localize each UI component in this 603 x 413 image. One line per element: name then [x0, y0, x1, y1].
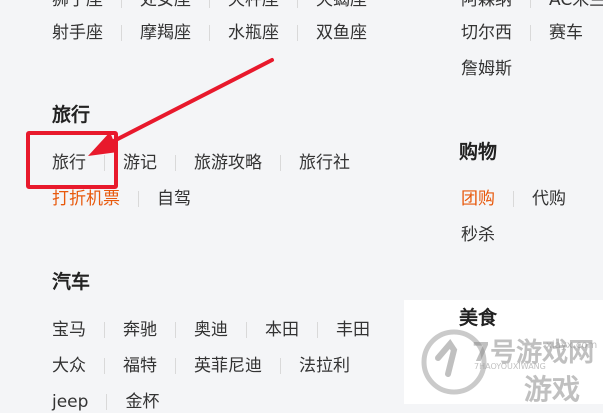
football-row: 切尔西 赛车 [461, 22, 583, 44]
watermark-domain: xiayx.com [546, 340, 598, 351]
cars-row-3: jeep 金杯 [52, 391, 159, 413]
tag-toyota[interactable]: 丰田 [336, 319, 370, 341]
tag-capricorn[interactable]: 摩羯座 [140, 22, 191, 44]
tag-aquarius[interactable]: 水瓶座 [228, 22, 279, 44]
tag-libra[interactable]: 天秤座 [228, 0, 279, 11]
separator [209, 0, 210, 8]
football-row-top: 阿森纳 AC米兰 [461, 0, 603, 11]
tag-virgo[interactable]: 处女座 [140, 0, 191, 11]
separator [121, 0, 122, 8]
tag-infiniti[interactable]: 英菲尼迪 [194, 355, 262, 377]
tag-jinbei[interactable]: 金杯 [125, 391, 159, 413]
tag-travel-agency[interactable]: 旅行社 [299, 152, 350, 174]
tag-bmw[interactable]: 宝马 [52, 319, 86, 341]
tag-group-buy[interactable]: 团购 [461, 188, 495, 210]
tag-travel-guide[interactable]: 旅游攻略 [194, 152, 262, 174]
tag-self-drive[interactable]: 自驾 [157, 188, 191, 210]
separator [175, 322, 176, 338]
cars-row-1: 宝马 奔驰 奥迪 本田 丰田 [52, 319, 370, 341]
separator [121, 25, 122, 41]
watermark-logo: 7号游戏网 xiayx.com 7HAOYOUXIWANG 游戏 [420, 318, 603, 406]
cars-heading: 汽车 [52, 271, 91, 293]
tag-jeep[interactable]: jeep [52, 391, 88, 413]
separator [317, 322, 318, 338]
tag-ferrari[interactable]: 法拉利 [299, 355, 350, 377]
separator [297, 25, 298, 41]
separator [175, 155, 176, 171]
annotation-highlight-box [26, 131, 118, 189]
tag-james[interactable]: 詹姆斯 [461, 58, 512, 80]
separator [175, 358, 176, 374]
tag-volkswagen[interactable]: 大众 [52, 355, 86, 377]
tag-ac-milan[interactable]: AC米兰 [549, 0, 603, 11]
separator [104, 358, 105, 374]
separator [246, 322, 247, 338]
separator [104, 322, 105, 338]
tag-purchasing-agent[interactable]: 代购 [532, 188, 566, 210]
travel-row-2: 打折机票 自驾 [52, 188, 191, 210]
travel-heading: 旅行 [52, 104, 91, 126]
tag-benz[interactable]: 奔驰 [123, 319, 157, 341]
shopping-row-1: 团购 代购 [461, 188, 566, 210]
cars-row-2: 大众 福特 英菲尼迪 法拉利 [52, 355, 350, 377]
tag-scorpio[interactable]: 天蝎座 [316, 0, 367, 11]
tag-audi[interactable]: 奥迪 [194, 319, 228, 341]
separator [530, 0, 531, 8]
separator [513, 191, 514, 207]
tag-flash-sale[interactable]: 秒杀 [461, 224, 495, 246]
tag-discount-flights[interactable]: 打折机票 [52, 188, 120, 210]
tag-racing[interactable]: 赛车 [549, 22, 583, 44]
separator [297, 0, 298, 8]
constellation-row-top: 狮子座 处女座 天秤座 天蝎座 [52, 0, 367, 11]
football-row-2: 詹姆斯 [461, 58, 512, 80]
watermark-sub: 游戏 [524, 373, 581, 406]
separator [280, 358, 281, 374]
tag-sagittarius[interactable]: 射手座 [52, 22, 103, 44]
tag-honda[interactable]: 本田 [265, 319, 299, 341]
tag-chelsea[interactable]: 切尔西 [461, 22, 512, 44]
separator [138, 191, 139, 207]
shopping-row-2: 秒杀 [461, 224, 495, 246]
tag-ford[interactable]: 福特 [123, 355, 157, 377]
separator [280, 155, 281, 171]
separator [209, 25, 210, 41]
tag-arsenal[interactable]: 阿森纳 [461, 0, 512, 11]
separator [530, 25, 531, 41]
separator [106, 394, 108, 410]
tag-pisces[interactable]: 双鱼座 [316, 22, 367, 44]
constellation-row: 射手座 摩羯座 水瓶座 双鱼座 [52, 22, 367, 44]
tag-travelogue[interactable]: 游记 [123, 152, 157, 174]
tag-leo[interactable]: 狮子座 [52, 0, 103, 11]
shopping-heading: 购物 [459, 141, 498, 163]
